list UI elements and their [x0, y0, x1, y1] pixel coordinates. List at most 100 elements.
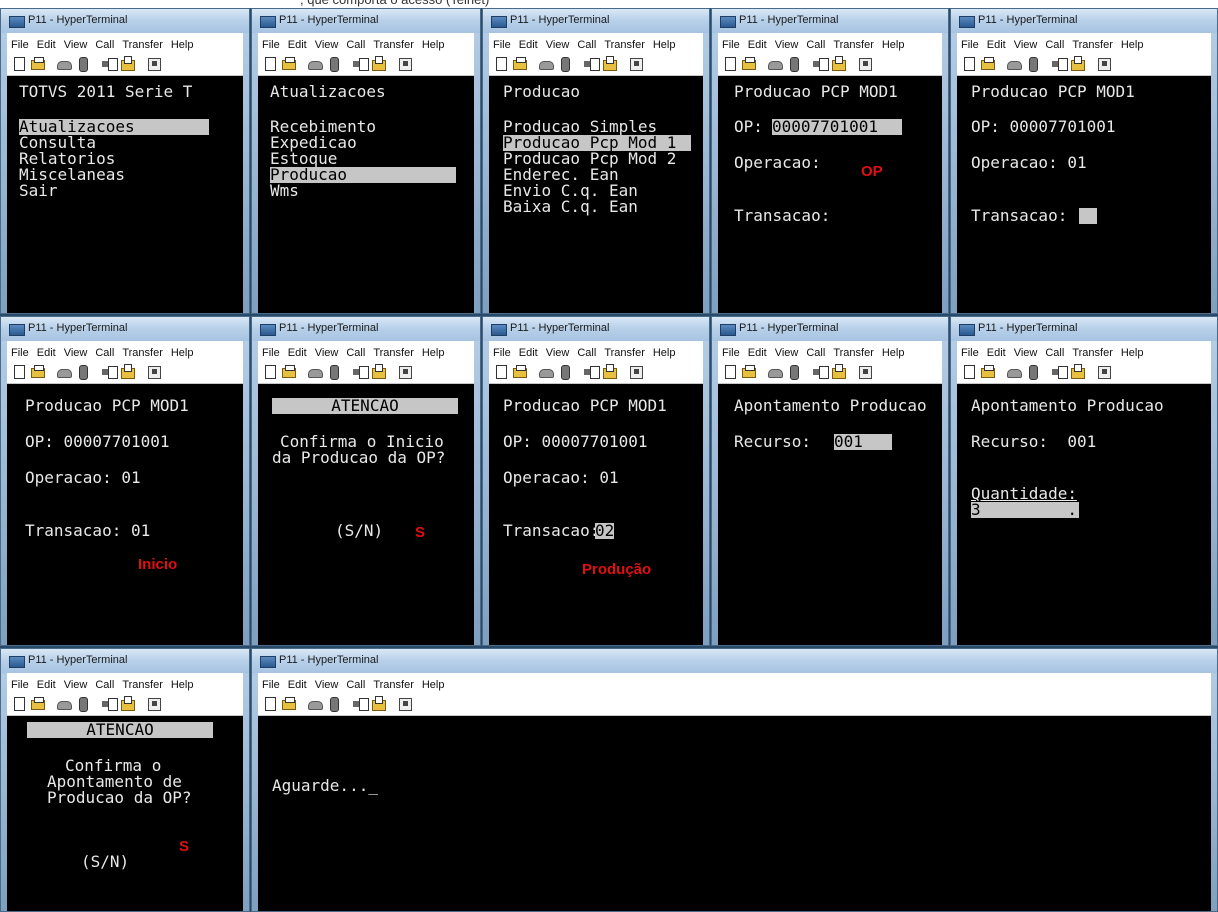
menu-help[interactable]: Help — [418, 676, 449, 691]
menu-call[interactable]: Call — [342, 36, 369, 51]
terminal-screen[interactable]: Atualizacoes Recebimento Expedicao Estoq… — [258, 76, 474, 313]
menu-call[interactable]: Call — [802, 36, 829, 51]
title-bar[interactable]: P11 - HyperTerminal — [1, 649, 249, 673]
receive-file-icon[interactable] — [831, 56, 847, 72]
menu-file[interactable]: File — [957, 36, 983, 51]
send-file-icon[interactable] — [1051, 364, 1068, 380]
menu-file[interactable]: File — [7, 344, 33, 359]
hyperterminal-window-12[interactable]: P11 - HyperTerminal File Edit View Call Tran… — [251, 648, 1218, 912]
terminal-screen[interactable]: Producao PCP MOD1 OP: 00007701001 Operac… — [718, 76, 942, 313]
call-icon[interactable] — [56, 364, 72, 380]
menu-file[interactable]: File — [258, 676, 284, 691]
menu-help[interactable]: Help — [649, 344, 680, 359]
send-file-icon[interactable] — [812, 56, 829, 72]
receive-file-icon[interactable] — [602, 56, 618, 72]
op-input[interactable]: 00007701001 — [772, 119, 902, 135]
hyperterminal-window-6[interactable]: P11 - HyperTerminal File Edit View Call Tran… — [0, 316, 250, 646]
disconnect-icon[interactable] — [75, 696, 91, 712]
new-connection-icon[interactable] — [493, 56, 509, 72]
menu-edit[interactable]: Edit — [33, 344, 60, 359]
title-bar[interactable]: P11 - HyperTerminal — [712, 9, 948, 33]
open-icon[interactable] — [512, 56, 528, 72]
menu-transfer[interactable]: Transfer — [118, 676, 167, 691]
terminal-screen[interactable]: Aguarde..._ — [258, 716, 1211, 911]
new-connection-icon[interactable] — [722, 364, 738, 380]
disconnect-icon[interactable] — [1025, 56, 1041, 72]
title-bar[interactable]: P11 - HyperTerminal — [252, 649, 1217, 673]
hyperterminal-window-2[interactable]: P11 - HyperTerminal File Edit View Call Tran… — [251, 8, 481, 314]
menu-file[interactable]: File — [718, 36, 744, 51]
quantidade-input[interactable]: 3_ . — [971, 502, 1079, 518]
disconnect-icon[interactable] — [786, 364, 802, 380]
properties-icon[interactable] — [1096, 56, 1112, 72]
call-icon[interactable] — [307, 56, 323, 72]
menu-file[interactable]: File — [957, 344, 983, 359]
hyperterminal-window-7[interactable]: P11 - HyperTerminal File Edit View Call Tran… — [251, 316, 481, 646]
title-bar[interactable]: P11 - HyperTerminal — [252, 9, 480, 33]
send-file-icon[interactable] — [583, 56, 600, 72]
send-file-icon[interactable] — [352, 696, 369, 712]
terminal-screen[interactable]: TOTVS 2011 Serie T Atualizacoes Consulta… — [7, 76, 243, 313]
terminal-screen[interactable]: Producao PCP MOD1 OP: 00007701001 Operac… — [489, 384, 703, 645]
menu-edit[interactable]: Edit — [515, 36, 542, 51]
menu-view[interactable]: View — [1010, 36, 1042, 51]
menu-view[interactable]: View — [60, 36, 92, 51]
menu-transfer[interactable]: Transfer — [369, 36, 418, 51]
call-icon[interactable] — [538, 364, 554, 380]
call-icon[interactable] — [767, 364, 783, 380]
menu-help[interactable]: Help — [878, 36, 909, 51]
open-icon[interactable] — [741, 364, 757, 380]
call-icon[interactable] — [1006, 364, 1022, 380]
call-icon[interactable] — [1006, 56, 1022, 72]
open-icon[interactable] — [281, 364, 297, 380]
menu-help[interactable]: Help — [418, 36, 449, 51]
send-file-icon[interactable] — [101, 696, 118, 712]
open-icon[interactable] — [281, 696, 297, 712]
hyperterminal-window-9[interactable]: P11 - HyperTerminal File Edit View Call Tran… — [711, 316, 949, 646]
menu-file[interactable]: File — [718, 344, 744, 359]
properties-icon[interactable] — [857, 56, 873, 72]
title-bar[interactable]: P11 - HyperTerminal — [1, 9, 249, 33]
receive-file-icon[interactable] — [120, 56, 136, 72]
open-icon[interactable] — [30, 56, 46, 72]
title-bar[interactable]: P11 - HyperTerminal — [712, 317, 948, 341]
properties-icon[interactable] — [397, 696, 413, 712]
disconnect-icon[interactable] — [786, 56, 802, 72]
title-bar[interactable]: P11 - HyperTerminal — [483, 317, 709, 341]
properties-icon[interactable] — [857, 364, 873, 380]
menu-help[interactable]: Help — [167, 344, 198, 359]
receive-file-icon[interactable] — [120, 696, 136, 712]
menu-call[interactable]: Call — [91, 36, 118, 51]
call-icon[interactable] — [56, 696, 72, 712]
menu-call[interactable]: Call — [802, 344, 829, 359]
recurso-input[interactable]: 001 — [834, 434, 892, 450]
menu-edit[interactable]: Edit — [744, 344, 771, 359]
send-file-icon[interactable] — [101, 364, 118, 380]
menu-edit[interactable]: Edit — [33, 676, 60, 691]
menu-help[interactable]: Help — [418, 344, 449, 359]
menu-edit[interactable]: Edit — [284, 36, 311, 51]
menu-transfer[interactable]: Transfer — [369, 344, 418, 359]
hyperterminal-window-4[interactable]: P11 - HyperTerminal File Edit View Call Tran… — [711, 8, 949, 314]
menu-option[interactable]: Wms — [270, 183, 299, 199]
disconnect-icon[interactable] — [326, 364, 342, 380]
menu-view[interactable]: View — [771, 36, 803, 51]
new-connection-icon[interactable] — [262, 696, 278, 712]
title-bar[interactable]: P11 - HyperTerminal — [951, 9, 1217, 33]
menu-file[interactable]: File — [258, 36, 284, 51]
open-icon[interactable] — [512, 364, 528, 380]
menu-call[interactable]: Call — [342, 676, 369, 691]
terminal-screen[interactable]: ATENCAO Confirma o Inicio da Producao da… — [258, 384, 474, 645]
menu-call[interactable]: Call — [91, 344, 118, 359]
menu-view[interactable]: View — [542, 344, 574, 359]
call-icon[interactable] — [307, 364, 323, 380]
menu-call[interactable]: Call — [573, 36, 600, 51]
new-connection-icon[interactable] — [11, 696, 27, 712]
menu-call[interactable]: Call — [1041, 344, 1068, 359]
properties-icon[interactable] — [397, 364, 413, 380]
menu-file[interactable]: File — [7, 36, 33, 51]
open-icon[interactable] — [30, 364, 46, 380]
menu-transfer[interactable]: Transfer — [829, 344, 878, 359]
menu-transfer[interactable]: Transfer — [1068, 344, 1117, 359]
properties-icon[interactable] — [146, 56, 162, 72]
